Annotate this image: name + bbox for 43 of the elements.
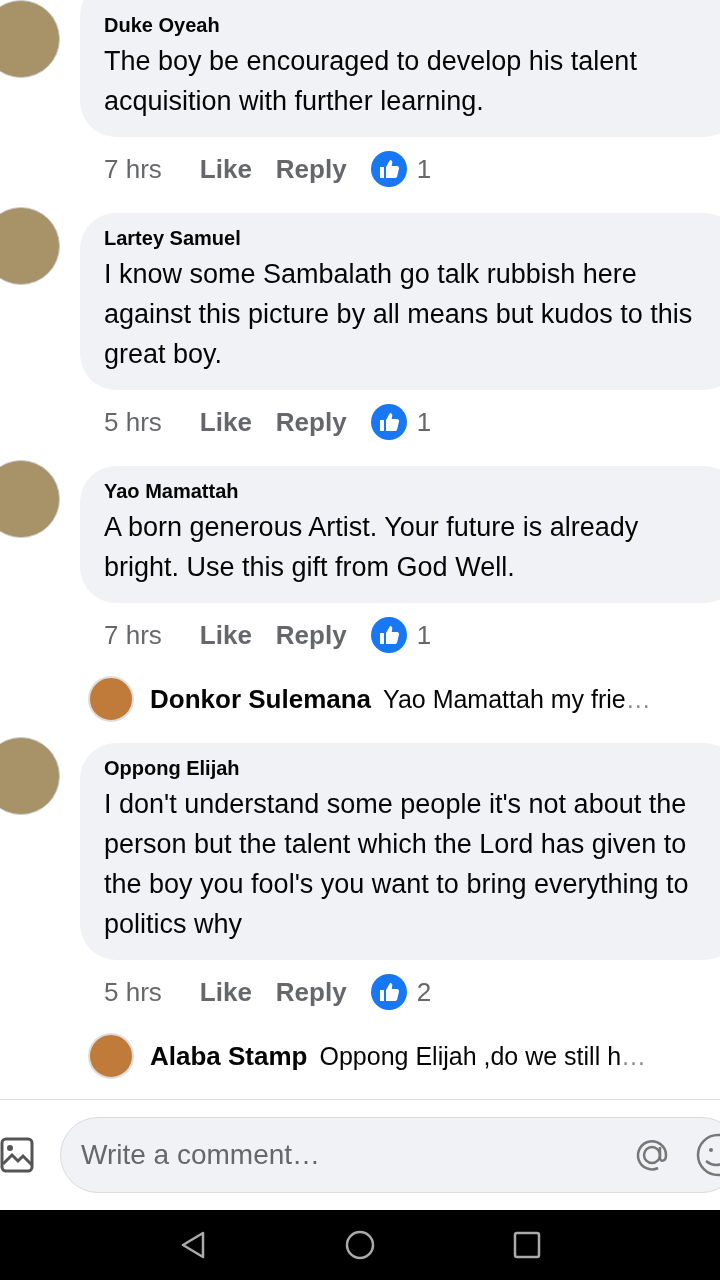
reply-link[interactable]: Reply xyxy=(275,619,347,651)
thumbs-up-icon xyxy=(370,151,407,187)
comment-time: 7 hrs xyxy=(104,153,162,185)
reply-link[interactable]: Reply xyxy=(275,976,347,1008)
reply-preview[interactable]: Oppong Elijah ,do we still h… xyxy=(319,1041,647,1071)
comment-author[interactable]: Yao Mamattah xyxy=(104,480,700,503)
avatar-photo-placeholder[interactable] xyxy=(88,1033,134,1079)
avatar-photo-placeholder[interactable] xyxy=(0,0,60,78)
thumbs-up-icon xyxy=(370,404,407,440)
like-link[interactable]: Like xyxy=(199,619,252,651)
photo-icon[interactable] xyxy=(0,1136,34,1174)
reaction-count: 1 xyxy=(416,153,432,185)
comment-author[interactable]: Lartey Samuel xyxy=(104,227,700,250)
thumbs-up-icon xyxy=(370,617,407,653)
reaction-count: 2 xyxy=(416,976,432,1008)
reply-author[interactable]: Donkor Sulemana xyxy=(150,683,372,715)
comment-input-field[interactable]: Write a comment… xyxy=(60,1117,720,1193)
reply-link[interactable]: Reply xyxy=(275,153,347,185)
like-link[interactable]: Like xyxy=(199,976,252,1008)
comment-time: 5 hrs xyxy=(104,406,162,438)
avatar-photo-placeholder[interactable] xyxy=(0,737,60,815)
avatar-photo-placeholder[interactable] xyxy=(0,460,60,538)
comment-time: 7 hrs xyxy=(104,619,162,651)
comment-text: The boy be encouraged to develop his talent acquisition with further learning. xyxy=(104,45,638,118)
reaction-count: 1 xyxy=(416,406,432,438)
home-icon[interactable] xyxy=(345,1230,375,1260)
reply-author[interactable]: Alaba Stamp xyxy=(150,1040,308,1072)
like-link[interactable]: Like xyxy=(199,153,252,185)
comment-author[interactable]: Oppong Elijah xyxy=(104,757,700,780)
avatar-photo-placeholder[interactable] xyxy=(0,207,60,285)
smiley-icon[interactable] xyxy=(696,1133,720,1177)
comment-text: A born generous Artist. Your future is already bright. Use this gift from God Well. xyxy=(104,511,640,584)
comment-text: I don't understand some people it's not about the person but the talent which the Lord has given to the boy you fool's you want to bring everything to politics why xyxy=(104,788,690,941)
thumbs-up-icon xyxy=(370,974,407,1010)
comment-author[interactable]: Duke Oyeah xyxy=(104,14,700,37)
recent-apps-icon[interactable] xyxy=(511,1230,542,1260)
reply-link[interactable]: Reply xyxy=(275,406,347,438)
reply-preview[interactable]: Yao Mamattah my frie… xyxy=(383,684,651,714)
like-link[interactable]: Like xyxy=(199,406,252,438)
comment-text: I know some Sambalath go talk rubbish here against this picture by all means but kudos to this great boy. xyxy=(104,258,694,371)
avatar-photo-placeholder[interactable] xyxy=(88,676,134,722)
comment-time: 5 hrs xyxy=(104,976,162,1008)
reaction-count: 1 xyxy=(416,619,432,651)
